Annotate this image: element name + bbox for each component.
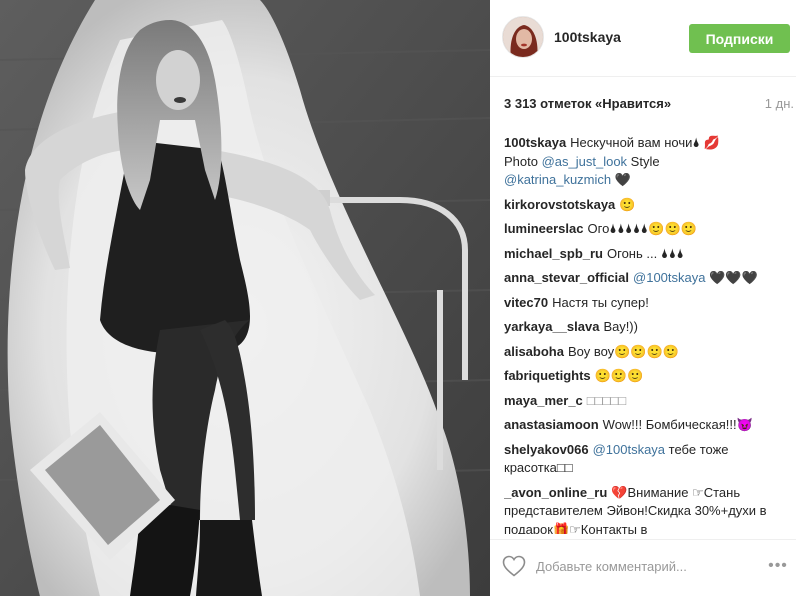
mention-link[interactable]: @as_just_look (542, 154, 627, 169)
comment-text: Воу воу🙂🙂🙂🙂 (567, 343, 679, 359)
comment-item: alisaboha Воу воу🙂🙂🙂🙂 (504, 343, 788, 362)
caption-username[interactable]: 100tskaya (504, 135, 566, 150)
comment-username[interactable]: yarkaya__slava (504, 319, 599, 334)
post-photo[interactable] (0, 0, 490, 596)
comment-text: 🙂🙂🙂 (594, 368, 644, 383)
comment-text: Вау!)) (603, 319, 638, 334)
comment-input[interactable] (536, 554, 754, 578)
post-photo-image (0, 0, 490, 596)
caption-text: Photo (504, 153, 542, 169)
likes-row: 3 313 отметок «Нравится» 1 дн. (504, 96, 794, 114)
comment-username[interactable]: kirkorovstotskaya (504, 197, 615, 212)
comment-username[interactable]: anastasiamoon (504, 417, 599, 432)
follow-button[interactable]: Подписки (689, 24, 790, 53)
avatar-image (503, 17, 543, 57)
post-details-panel: 100tskaya Подписки 3 313 отметок «Нравит… (490, 0, 796, 596)
caption-text: Style (627, 153, 660, 169)
heart-outline-icon[interactable] (502, 555, 526, 577)
comment-text: Wow!!! Бомбическая!!!😈 (602, 417, 753, 432)
post-timestamp[interactable]: 1 дн. (765, 96, 794, 111)
comment-username[interactable]: michael_spb_ru (504, 246, 603, 261)
comment-username[interactable]: lumineerslac (504, 221, 584, 236)
comment-item: yarkaya__slava Вау!)) (504, 318, 788, 337)
comment-item: shelyakov066 @100tskaya тебе тоже красотк… (504, 441, 788, 478)
comment-username[interactable]: shelyakov066 (504, 442, 589, 457)
caption-text: Нескучной вам ночи🌢 💋 (570, 135, 720, 150)
likes-count[interactable]: 3 313 отметок «Нравится» (504, 96, 671, 111)
comment-username[interactable]: anna_stevar_official (504, 270, 629, 285)
avatar[interactable] (502, 16, 544, 58)
comment-username[interactable]: vitec70 (504, 295, 548, 310)
comment-item: vitec70 Настя ты супер! (504, 294, 788, 313)
caption: 100tskaya Нескучной вам ночи🌢 💋 Photo @as… (504, 134, 788, 190)
comment-text: Огонь ... 🌢🌢🌢 (607, 245, 685, 261)
post-header: 100tskaya Подписки (490, 0, 796, 77)
comment-text: Настя ты супер! (552, 294, 649, 310)
mention-link[interactable]: @katrina_kuzmich (504, 172, 611, 187)
mention-link[interactable]: @100tskaya (633, 270, 705, 285)
comment-text: 🖤🖤🖤 (705, 270, 758, 285)
comments-list[interactable]: 100tskaya Нескучной вам ночи🌢 💋 Photo @as… (504, 134, 788, 534)
comment-item: anna_stevar_official @100tskaya 🖤🖤🖤 (504, 269, 788, 288)
comment-item: maya_mer_c □□□□□ (504, 392, 788, 411)
comment-username[interactable]: _avon_online_ru (504, 485, 607, 500)
comment-item: _avon_online_ru 💔Внимание ☞Стань представ… (504, 484, 788, 535)
comment-footer: ••• (490, 540, 796, 596)
comment-item: michael_spb_ru Огонь ... 🌢🌢🌢 (504, 245, 788, 264)
comment-username[interactable]: alisaboha (504, 344, 564, 359)
comment-text: 🙂 (619, 196, 636, 212)
comment-item: anastasiamoon Wow!!! Бомбическая!!!😈 (504, 416, 788, 435)
mention-link[interactable]: @100tskaya (593, 442, 665, 457)
comment-username[interactable]: fabriquetights (504, 368, 591, 383)
comment-item: lumineerslac Ого🌢🌢🌢🌢🌢🙂🙂🙂 (504, 220, 788, 239)
caption-text: 🖤 (611, 172, 631, 187)
comment-item: fabriquetights 🙂🙂🙂 (504, 367, 788, 386)
comment-text: Ого🌢🌢🌢🌢🌢🙂🙂🙂 (587, 221, 697, 236)
comment-text: □□□□□ (586, 392, 627, 408)
post-username[interactable]: 100tskaya (554, 29, 621, 45)
comment-item: kirkorovstotskaya 🙂 (504, 196, 788, 215)
comment-username[interactable]: maya_mer_c (504, 393, 583, 408)
more-options-icon[interactable]: ••• (766, 557, 790, 575)
